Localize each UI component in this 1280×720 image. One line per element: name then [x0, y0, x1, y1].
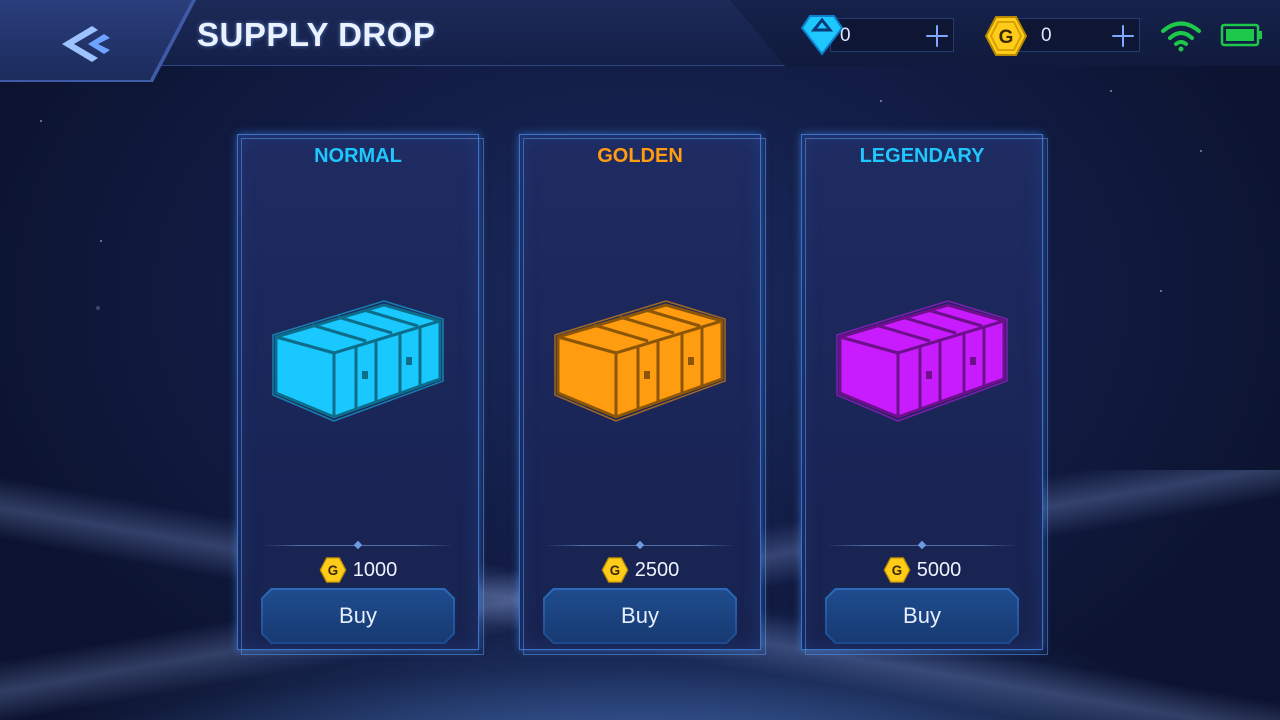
- golden-crate-icon: [554, 300, 726, 422]
- crate-title: LEGENDARY: [859, 145, 985, 167]
- buy-button-label: Buy: [827, 590, 1017, 642]
- buy-normal-button[interactable]: Buy: [261, 588, 455, 644]
- svg-text:G: G: [999, 27, 1014, 48]
- page-title: SUPPLY DROP: [197, 16, 436, 53]
- battery-icon: [1220, 23, 1262, 47]
- star: [1110, 90, 1112, 92]
- gold-balance: 0: [1016, 18, 1140, 52]
- add-gems-button[interactable]: [925, 24, 949, 48]
- buy-legendary-button[interactable]: Buy: [825, 588, 1019, 644]
- svg-text:G: G: [328, 563, 338, 578]
- crate-title: NORMAL: [314, 145, 402, 167]
- divider-dot: [917, 540, 927, 550]
- legendary-crate-icon: [836, 300, 1008, 422]
- buy-button-label: Buy: [545, 590, 735, 642]
- price-row: G 5000: [802, 555, 1042, 585]
- svg-text:G: G: [892, 563, 902, 578]
- divider-dot: [635, 540, 645, 550]
- buy-button-label: Buy: [263, 590, 453, 642]
- star: [40, 120, 42, 122]
- buy-golden-button[interactable]: Buy: [543, 588, 737, 644]
- star: [1200, 150, 1202, 152]
- star: [96, 306, 100, 310]
- gold-coin-icon: G: [319, 557, 347, 583]
- star: [100, 240, 102, 242]
- crate-card-golden: GOLDEN G 2500 Buy: [519, 134, 766, 655]
- svg-text:G: G: [610, 563, 620, 578]
- add-gold-button[interactable]: [1111, 24, 1135, 48]
- price-row: G 2500: [520, 555, 760, 585]
- gold-coin-icon: G: [883, 557, 911, 583]
- normal-crate-icon: [272, 300, 444, 422]
- crate-title: GOLDEN: [597, 145, 683, 167]
- price-row: G 1000: [238, 555, 478, 585]
- divider-dot: [353, 540, 363, 550]
- crate-card-legendary: LEGENDARY G 5000 Buy: [801, 134, 1048, 655]
- crate-price: 1000: [352, 558, 398, 581]
- back-arrow-icon: [62, 26, 110, 62]
- wifi-icon: [1161, 21, 1201, 52]
- gem-balance: 0: [830, 18, 954, 52]
- star: [880, 100, 882, 102]
- crate-price: 2500: [634, 558, 680, 581]
- gold-count: 0: [1041, 25, 1052, 46]
- crate-card-normal: NORMAL G 1000 Buy: [237, 134, 484, 655]
- crate-price: 5000: [916, 558, 962, 581]
- diamond-icon: [800, 15, 844, 56]
- gold-coin-icon: G: [984, 16, 1028, 56]
- gold-coin-icon: G: [601, 557, 629, 583]
- star: [1160, 290, 1162, 292]
